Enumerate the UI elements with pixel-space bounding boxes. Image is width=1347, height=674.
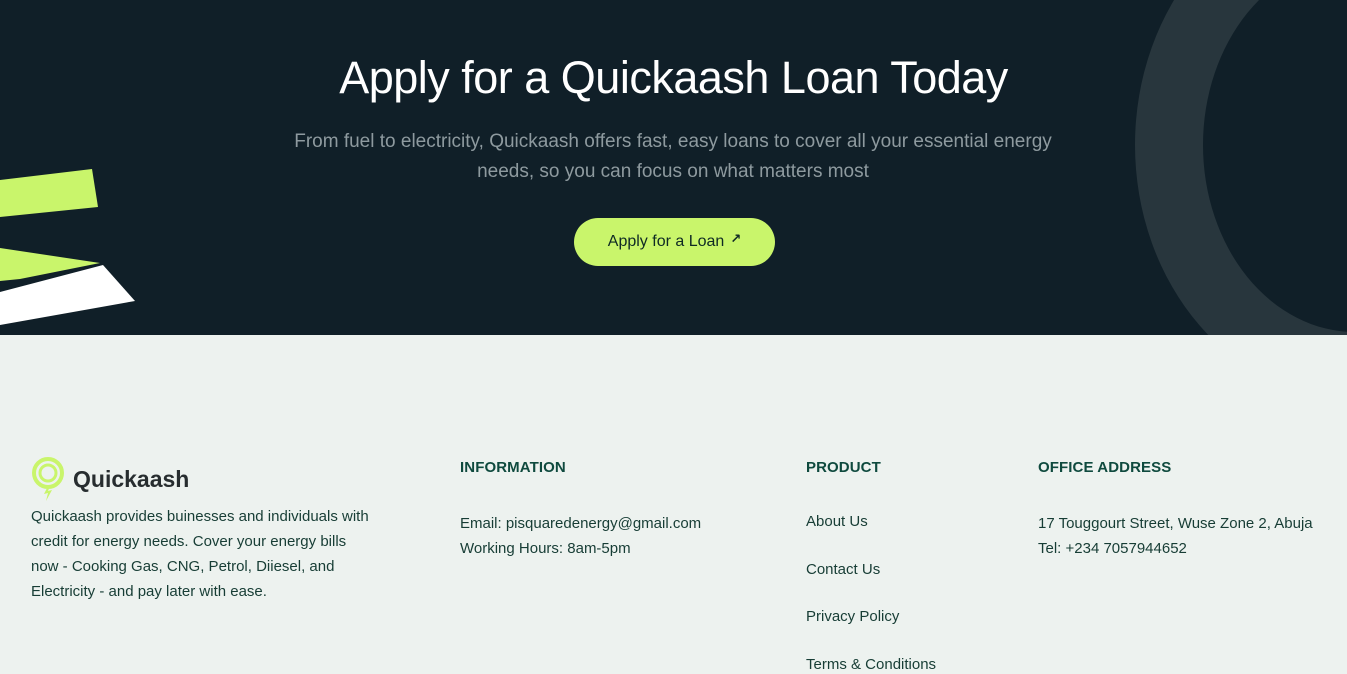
cta-banner: Apply for a Quickaash Loan Today From fu…	[0, 0, 1347, 335]
brand-name: Quickaash	[73, 465, 190, 492]
working-hours: Working Hours: 8am-5pm	[460, 540, 631, 557]
apply-button-label: Apply for a Loan	[607, 233, 725, 250]
footer-link-about-us[interactable]: About Us	[806, 513, 868, 530]
contact-email: Email: pisquaredenergy@gmail.com	[460, 515, 702, 532]
information-heading: INFORMATION	[460, 459, 566, 476]
brand-description: Quickaash provides buinesses and individ…	[31, 508, 369, 600]
information-details: Email: pisquaredenergy@gmail.com Working…	[460, 511, 701, 561]
hero-title: Apply for a Quickaash Loan Today	[339, 52, 1008, 103]
office-details: 17 Touggourt Street, Wuse Zone 2, Abuja …	[1038, 511, 1313, 561]
brand-logo[interactable]: Quickaash	[31, 456, 189, 502]
office-phone: Tel: +234 7057944652	[1038, 540, 1187, 557]
decorative-ring	[1135, 0, 1347, 335]
logo-icon	[32, 457, 64, 501]
footer-link-terms-conditions[interactable]: Terms & Conditions	[806, 656, 936, 673]
hero-subtitle: From fuel to electricity, Quickaash offe…	[294, 131, 1052, 182]
footer-link-privacy-policy[interactable]: Privacy Policy	[806, 608, 899, 625]
office-address-heading: OFFICE ADDRESS	[1038, 459, 1172, 476]
site-footer: Quickaash Quickaash provides buinesses a…	[0, 335, 1347, 674]
decorative-stripes	[0, 169, 135, 325]
apply-for-loan-button[interactable]: Apply for a Loan ↗	[574, 218, 775, 266]
product-heading: PRODUCT	[806, 459, 881, 476]
footer-link-contact-us[interactable]: Contact Us	[806, 561, 880, 578]
office-address: 17 Touggourt Street, Wuse Zone 2, Abuja	[1038, 515, 1313, 532]
arrow-up-right-icon: ↗	[730, 231, 742, 246]
